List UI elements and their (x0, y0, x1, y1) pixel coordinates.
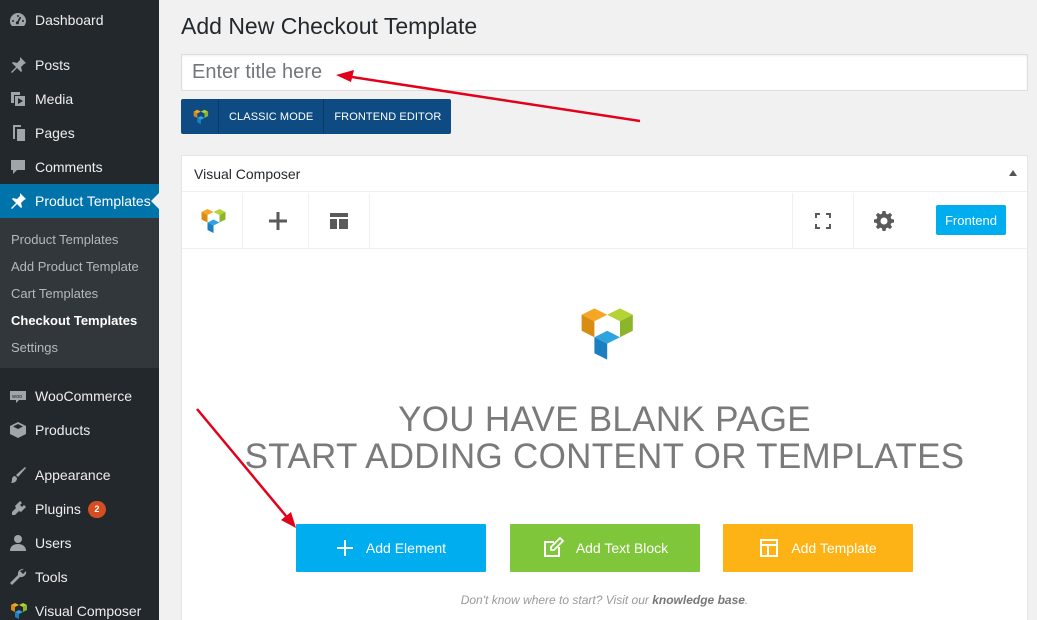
sidebar-item-label: Visual Composer (35, 603, 142, 619)
submenu-item-checkout-templates[interactable]: Checkout Templates (11, 313, 137, 328)
frontend-editor-button[interactable]: FRONTEND EDITOR (323, 99, 451, 134)
add-element-button[interactable]: Add Element (296, 524, 486, 572)
add-element-toolbar-button[interactable] (248, 193, 309, 249)
sidebar-item-pages[interactable]: Pages (0, 116, 159, 150)
title-input[interactable] (181, 54, 1028, 91)
sidebar-item-label: Plugins (35, 501, 81, 517)
layout-icon (330, 213, 348, 229)
sidebar-item-label: Products (35, 422, 91, 438)
sidebar-item-label: Appearance (35, 467, 111, 483)
sidebar-item-label: Media (35, 91, 74, 107)
comments-icon (0, 157, 35, 177)
help-suffix: . (744, 593, 749, 607)
sidebar-item-label: Users (35, 535, 72, 551)
vc-logo-button[interactable] (182, 193, 243, 249)
sidebar-item-visual-composer[interactable]: Visual Composer (0, 594, 159, 620)
sidebar-submenu: Product Templates Add Product Template C… (0, 218, 159, 368)
template-icon (760, 539, 779, 557)
panel-header[interactable]: Visual Composer (182, 156, 1027, 192)
blank-page-subheading: START ADDING CONTENT OR TEMPLATES (244, 437, 965, 476)
svg-text:woo: woo (12, 394, 22, 400)
sidebar-item-tools[interactable]: Tools (0, 560, 159, 594)
sidebar-item-label: Dashboard (35, 12, 104, 28)
vc-toolbar: Frontend (182, 193, 1027, 249)
sidebar-item-label: Tools (35, 569, 68, 585)
panel-title: Visual Composer (194, 165, 301, 182)
submenu-item-cart-templates[interactable]: Cart Templates (11, 286, 98, 301)
frontend-button[interactable]: Frontend (936, 205, 1006, 235)
sidebar-item-posts[interactable]: Posts (0, 48, 159, 82)
sidebar-item-dashboard[interactable]: Dashboard (0, 3, 159, 37)
vc-logo-icon (181, 99, 219, 134)
editor-mode-switch: CLASSIC MODE FRONTEND EDITOR (181, 99, 452, 134)
fullscreen-button[interactable] (792, 193, 853, 249)
add-text-block-button[interactable]: Add Text Block (510, 524, 700, 572)
sidebar-item-label: Product Templates (35, 193, 151, 209)
help-text: Don't know where to start? Visit our kno… (182, 593, 1027, 607)
sidebar-item-woocommerce[interactable]: woo WooCommerce (0, 379, 159, 413)
edit-icon (543, 537, 564, 557)
gear-icon (874, 211, 894, 231)
media-icon (0, 89, 35, 109)
submenu-item-add-product-template[interactable]: Add Product Template (11, 259, 139, 274)
visual-composer-panel: Visual Composer Frontend YOU HAVE BLANK … (181, 155, 1028, 620)
update-count-badge: 2 (87, 500, 106, 518)
sidebar-item-plugins[interactable]: Plugins 2 (0, 492, 159, 526)
sidebar-item-label: WooCommerce (35, 388, 132, 404)
add-template-label: Add Template (791, 540, 877, 556)
pin-icon (0, 55, 35, 75)
help-prefix: Don't know where to start? Visit our (460, 593, 649, 607)
sidebar-item-appearance[interactable]: Appearance (0, 458, 159, 492)
add-template-button[interactable]: Add Template (723, 524, 913, 572)
sidebar-item-users[interactable]: Users (0, 526, 159, 560)
admin-sidebar: Dashboard Posts Media Pages Comments Pro… (0, 0, 159, 620)
sidebar-item-comments[interactable]: Comments (0, 150, 159, 184)
plus-icon (336, 540, 353, 556)
collapse-arrow-icon[interactable] (1009, 170, 1017, 176)
sidebar-item-product-templates[interactable]: Product Templates (0, 184, 159, 218)
user-icon (0, 533, 35, 553)
box-icon (0, 420, 35, 440)
blank-page-heading: YOU HAVE BLANK PAGE (398, 400, 811, 439)
wrench-icon (0, 567, 35, 587)
pin-icon (0, 191, 35, 211)
classic-mode-button[interactable]: CLASSIC MODE (219, 99, 323, 134)
dashboard-icon (0, 10, 35, 30)
pages-icon (0, 123, 35, 143)
sidebar-item-label: Pages (35, 125, 75, 141)
plus-icon (269, 212, 287, 230)
sidebar-item-label: Comments (35, 159, 103, 175)
fullscreen-icon (815, 213, 831, 229)
vc-logo-icon (581, 308, 633, 360)
brush-icon (0, 465, 35, 485)
blank-page-area: YOU HAVE BLANK PAGE START ADDING CONTENT… (182, 250, 1027, 620)
add-text-block-label: Add Text Block (575, 540, 669, 556)
submenu-item-settings[interactable]: Settings (11, 340, 58, 355)
woocommerce-icon: woo (0, 386, 35, 406)
sidebar-item-label: Posts (35, 57, 71, 73)
submenu-item-product-templates[interactable]: Product Templates (11, 232, 118, 247)
vc-logo-icon (201, 209, 226, 233)
knowledge-base-link[interactable]: knowledge base (652, 593, 745, 607)
plugin-icon (0, 499, 35, 519)
add-element-label: Add Element (365, 540, 447, 556)
vc-logo-icon (0, 601, 35, 620)
page-title: Add New Checkout Template (181, 13, 478, 39)
sidebar-item-products[interactable]: Products (0, 413, 159, 447)
active-indicator (151, 193, 159, 209)
sidebar-item-media[interactable]: Media (0, 82, 159, 116)
settings-button[interactable] (853, 193, 914, 249)
templates-toolbar-button[interactable] (309, 193, 370, 249)
